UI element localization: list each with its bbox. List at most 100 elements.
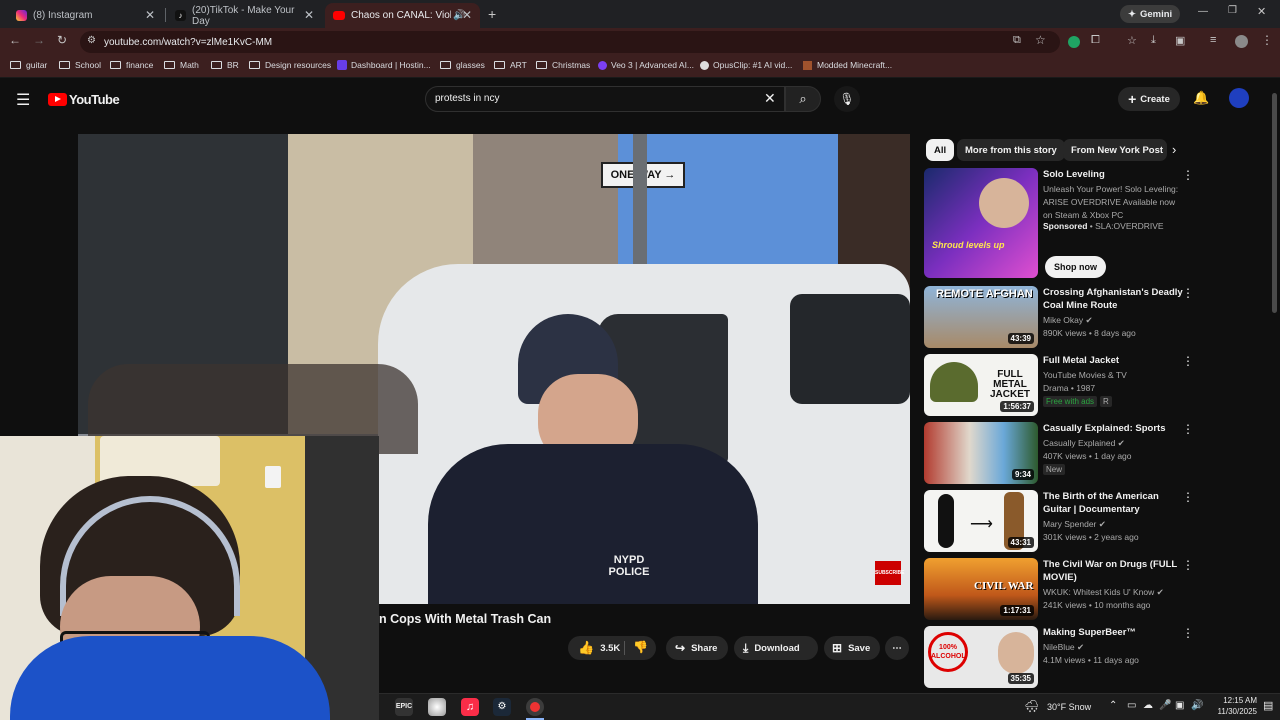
chip-more-from-this-story[interactable]: More from this story [957,139,1065,161]
dislike-icon[interactable]: 👎 [633,640,648,654]
rec-title[interactable]: The Birth of the American Guitar | Docum… [1043,490,1183,516]
volume-icon[interactable]: 🔊 [1191,700,1203,711]
bookmark-math[interactable]: Math [164,60,199,70]
download-icon[interactable]: ⤓ [1151,34,1156,47]
bookmark-school[interactable]: School [59,60,101,70]
sponsored-title[interactable]: Solo Leveling [1043,168,1183,181]
account-avatar[interactable] [1229,88,1249,108]
voice-search-button[interactable]: 🎙 [834,86,860,112]
save-button[interactable]: ⊞ Save [824,636,880,660]
music-app-icon[interactable]: ♫ [461,698,479,716]
video-thumbnail[interactable]: 100% ALCOHOL 35:35 [924,626,1038,688]
minimize-icon[interactable]: — [1198,6,1208,17]
bookmark-br[interactable]: BR [211,60,239,70]
channel-name[interactable]: NileBlue [1043,642,1075,652]
share-button[interactable]: ↪ Share [666,636,728,660]
network-icon[interactable]: ▣ [1175,700,1184,711]
rec-card[interactable]: FULL METAL JACKET 1:56:37 Full Metal Jac… [924,354,1194,416]
clear-search-icon[interactable]: ✕ [764,90,776,107]
rec-card[interactable]: ⟶ 43:31 The Birth of the American Guitar… [924,490,1194,552]
search-input[interactable]: protests in ncy ✕ [425,86,785,112]
card-menu-icon[interactable]: ⋮ [1182,286,1194,300]
rec-title[interactable]: Full Metal Jacket [1043,354,1183,367]
microphone-tray-icon[interactable]: 🎤 [1159,700,1171,711]
rec-card[interactable]: 100% ALCOHOL 35:35 Making SuperBeer™ Nil… [924,626,1194,688]
rec-card[interactable]: CIVIL WAR 1:17:31 The Civil War on Drugs… [924,558,1194,620]
bookmark-modded-minecraft[interactable]: Modded Minecraft... [803,60,892,70]
video-thumbnail[interactable]: 9:34 [924,422,1038,484]
video-thumbnail[interactable]: FULL METAL JACKET 1:56:37 [924,354,1038,416]
steam-icon[interactable]: ⚙ [493,698,511,716]
forward-icon[interactable]: → [33,33,45,47]
tab-youtube[interactable]: Chaos on CANAL: Violent A 🔊 ✕ [325,3,480,28]
tab-search-icon[interactable]: ▣ [1175,34,1185,47]
new-tab-icon[interactable]: + [488,6,496,22]
site-info-icon[interactable]: ⚙ [87,35,96,46]
channel-name[interactable]: Casually Explained [1043,438,1115,448]
rec-title[interactable]: Crossing Afghanistan's Deadly Coal Mine … [1043,286,1183,312]
install-icon[interactable]: ⧉ [1013,34,1021,47]
bookmark-art[interactable]: ART [494,60,527,70]
card-menu-icon[interactable]: ⋮ [1182,354,1194,368]
create-button[interactable]: + Create [1118,87,1180,111]
bookmark-christmas[interactable]: Christmas [536,60,590,70]
tab-instagram[interactable]: (8) Instagram ✕ [8,3,163,28]
browser-menu-icon[interactable]: ⋮ [1261,33,1273,47]
card-menu-icon[interactable]: ⋮ [1182,490,1194,504]
bookmark-opusclip[interactable]: OpusClip: #1 AI vid... [700,60,792,70]
close-tab-icon[interactable]: ✕ [145,8,155,22]
sponsored-card[interactable]: Shroud levels up Solo Leveling Unleash Y… [924,168,1194,280]
back-icon[interactable]: ← [9,33,21,47]
video-thumbnail[interactable]: CIVIL WAR 1:17:31 [924,558,1038,620]
notifications-bell-icon[interactable]: 🔔 [1193,90,1209,106]
download-button[interactable]: ⤓ Download [734,636,818,660]
url-field[interactable]: ⚙ youtube.com/watch?v=zlMe1KvC-MM ⧉ ☆ [80,31,1060,53]
tray-icon[interactable]: ▭ [1127,700,1136,711]
rec-title[interactable]: Casually Explained: Sports [1043,422,1183,435]
channel-name[interactable]: Mary Spender [1043,519,1096,529]
favorites-icon[interactable]: ☆ [1127,34,1137,47]
bookmark-design-resources[interactable]: Design resources [249,60,331,70]
bookmark-dashboard[interactable]: Dashboard | Hostin... [337,60,431,70]
reload-icon[interactable]: ↻ [57,33,67,47]
search-button[interactable]: ⌕ [785,86,821,112]
like-count[interactable]: 3.5K [600,643,620,654]
tab-tiktok[interactable]: ♪ (20)TikTok - Make Your Day ✕ [167,3,322,28]
video-thumbnail[interactable]: REMOTE AFGHAN 43:39 [924,286,1038,348]
app-icon[interactable] [428,698,446,716]
extension-icon[interactable] [1068,36,1080,48]
more-actions-button[interactable]: ⋯ [885,636,909,660]
chips-next-chevron-icon[interactable]: › [1172,142,1176,157]
epic-games-icon[interactable]: EPIC [395,698,413,716]
subscribe-watermark[interactable]: SUBSCRIBE [875,561,904,585]
show-hidden-icons[interactable]: ⌃ [1109,700,1117,711]
chip-new-york-post[interactable]: From New York Post [1063,139,1167,161]
profile-avatar[interactable] [1235,35,1248,48]
shop-now-button[interactable]: Shop now [1045,256,1106,278]
hamburger-menu-icon[interactable]: ☰ [16,90,30,110]
channel-name[interactable]: WKUK: Whitest Kids U' Know [1043,587,1154,597]
clock-date[interactable]: 11/30/2025 [1209,707,1257,716]
notifications-icon[interactable]: ▤ [1263,699,1273,712]
tray-icon[interactable]: ☁ [1143,700,1153,711]
bookmark-glasses[interactable]: glasses [440,60,485,70]
bookmark-veo3[interactable]: Veo 3 | Advanced AI... [598,60,694,70]
card-menu-icon[interactable]: ⋮ [1182,558,1194,572]
extensions-puzzle-icon[interactable]: ⧠ [1091,34,1100,47]
close-tab-icon[interactable]: ✕ [462,8,472,22]
page-scrollbar[interactable] [1270,83,1278,693]
gemini-button[interactable]: ✦ Gemini [1120,5,1181,23]
close-window-icon[interactable]: ✕ [1257,5,1266,18]
weather-icon[interactable]: 🌨 [1024,699,1042,715]
card-menu-icon[interactable]: ⋮ [1182,626,1194,640]
bookmark-finance[interactable]: finance [110,60,153,70]
bookmark-guitar[interactable]: guitar [10,60,47,70]
media-control-icon[interactable]: ≡ [1210,34,1216,46]
rec-card[interactable]: REMOTE AFGHAN 43:39 Crossing Afghanistan… [924,286,1194,348]
scrollbar-thumb[interactable] [1272,93,1277,313]
chrome-icon[interactable] [526,698,544,716]
rec-card[interactable]: 9:34 Casually Explained: Sports Casually… [924,422,1194,484]
close-tab-icon[interactable]: ✕ [304,8,314,22]
card-menu-icon[interactable]: ⋮ [1182,422,1194,436]
maximize-icon[interactable]: ❐ [1228,5,1237,16]
